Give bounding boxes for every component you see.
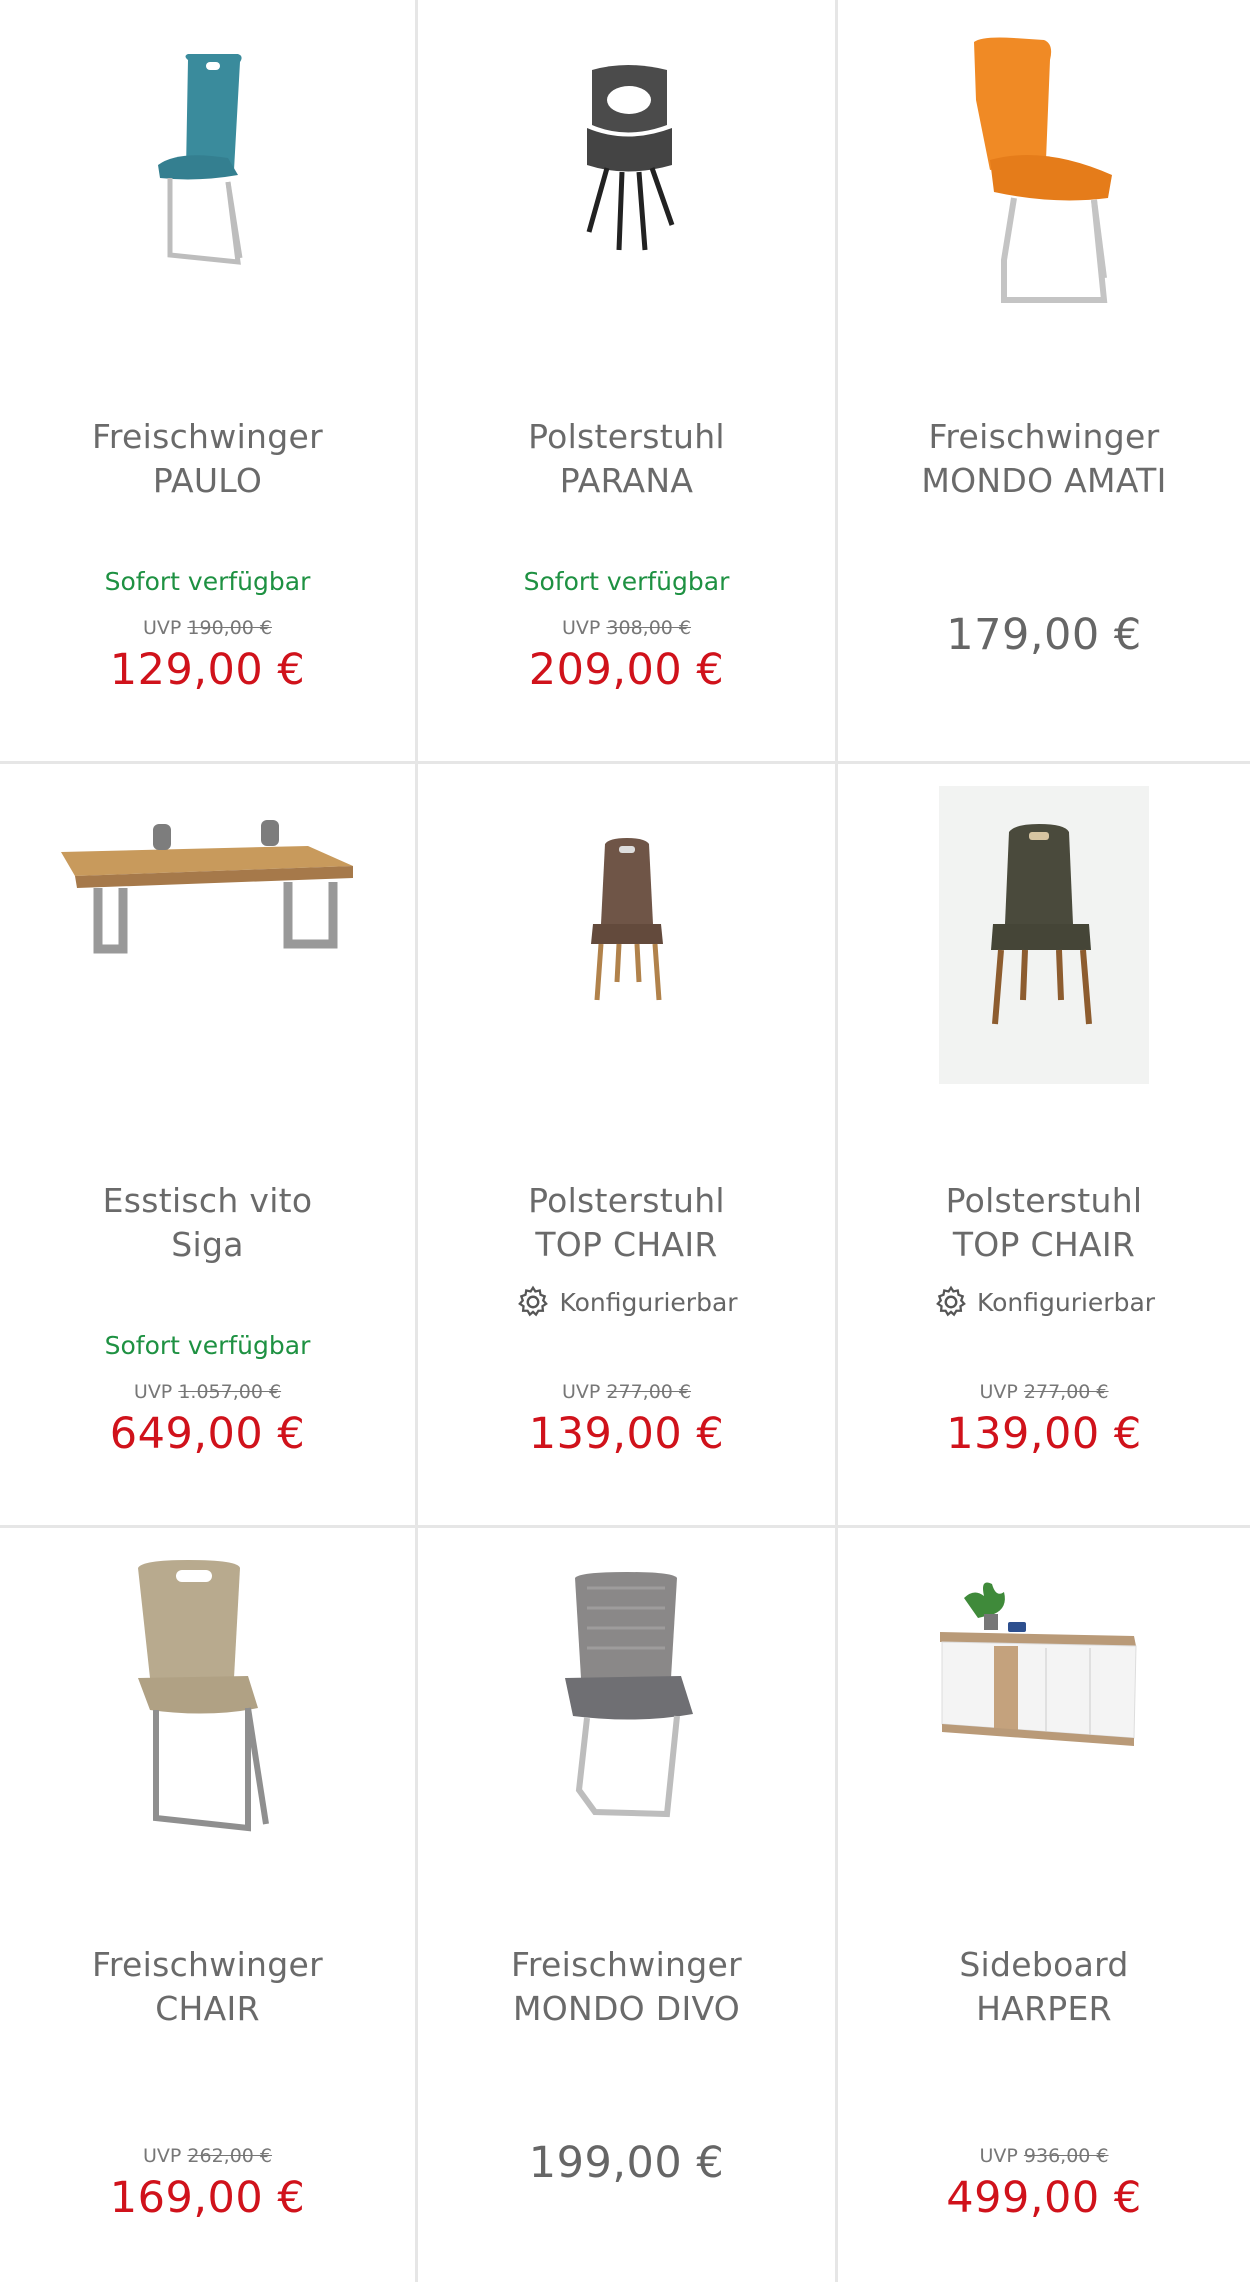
product-card[interactable]: Sideboard HARPER UVP 936,00 € 499,00 € — [838, 1528, 1250, 2282]
product-card[interactable]: Esstisch vito Siga Sofort verfügbar UVP … — [0, 764, 418, 1528]
sale-price: 129,00 € — [109, 645, 306, 695]
uvp-price: UVP 936,00 € — [979, 2145, 1109, 2167]
product-card[interactable]: Freischwinger MONDO AMATI 179,00 € — [838, 0, 1250, 764]
product-grid: Freischwinger PAULO Sofort verfügbar UVP… — [0, 0, 1250, 2282]
product-image[interactable] — [838, 1528, 1250, 1898]
availability-label: Sofort verfügbar — [104, 567, 311, 596]
product-image[interactable] — [838, 0, 1250, 370]
availability-label: Sofort verfügbar — [523, 567, 730, 596]
product-image[interactable] — [0, 764, 415, 1134]
product-image[interactable] — [0, 1528, 415, 1898]
product-image[interactable] — [418, 0, 835, 370]
product-card[interactable]: Polsterstuhl TOP CHAIR Konfigurierbar UV… — [838, 764, 1250, 1528]
sale-price: 649,00 € — [109, 1409, 306, 1459]
sale-price: 209,00 € — [528, 645, 725, 695]
dining-table-oak-icon — [60, 820, 353, 954]
chair-anthracite-wood-legs-icon — [939, 786, 1149, 1084]
chair-beige-cantilever-icon — [137, 1560, 269, 1832]
product-title[interactable]: Freischwinger CHAIR — [0, 1943, 415, 2031]
product-card[interactable]: Polsterstuhl TOP CHAIR Konfigurierbar UV… — [418, 764, 838, 1528]
uvp-price: UVP 1.057,00 € — [133, 1381, 282, 1403]
product-title[interactable]: Polsterstuhl PARANA — [418, 415, 835, 503]
configurable-label[interactable]: Konfigurierbar — [838, 1284, 1250, 1320]
sale-price: 139,00 € — [946, 1409, 1142, 1459]
sale-price: 139,00 € — [528, 1409, 725, 1459]
product-title[interactable]: Freischwinger MONDO DIVO — [418, 1943, 835, 2031]
product-card[interactable]: Freischwinger PAULO Sofort verfügbar UVP… — [0, 0, 418, 764]
sideboard-white-oak-icon — [940, 1582, 1137, 1746]
regular-price: 199,00 € — [528, 2138, 725, 2188]
chair-brown-wood-legs-icon — [590, 838, 663, 1001]
product-title[interactable]: Freischwinger PAULO — [0, 415, 415, 503]
uvp-price: UVP 262,00 € — [142, 2145, 273, 2167]
chair-grey-armchair-icon — [586, 65, 674, 251]
gear-icon — [936, 1285, 966, 1317]
product-title[interactable]: Polsterstuhl TOP CHAIR — [838, 1179, 1250, 1267]
product-title[interactable]: Freischwinger MONDO AMATI — [838, 415, 1250, 503]
uvp-price: UVP 277,00 € — [561, 1381, 692, 1403]
product-image[interactable] — [418, 1528, 835, 1898]
gear-icon — [518, 1285, 549, 1317]
product-card[interactable]: Polsterstuhl PARANA Sofort verfügbar UVP… — [418, 0, 838, 764]
uvp-price: UVP 308,00 € — [561, 617, 692, 639]
uvp-price: UVP 190,00 € — [142, 617, 273, 639]
chair-grey-mesh-cantilever-icon — [564, 1572, 693, 1818]
product-title[interactable]: Esstisch vito Siga — [0, 1179, 415, 1267]
availability-label: Sofort verfügbar — [104, 1331, 311, 1360]
product-title[interactable]: Sideboard HARPER — [838, 1943, 1250, 2031]
product-title[interactable]: Polsterstuhl TOP CHAIR — [418, 1179, 835, 1267]
sale-price: 499,00 € — [946, 2173, 1142, 2223]
product-image[interactable] — [418, 764, 835, 1134]
sale-price: 169,00 € — [109, 2173, 306, 2223]
product-card[interactable]: Freischwinger CHAIR UVP 262,00 € 169,00 … — [0, 1528, 418, 2282]
chair-orange-cantilever-icon — [974, 37, 1112, 303]
regular-price: 179,00 € — [946, 610, 1142, 660]
product-image[interactable] — [0, 0, 415, 370]
product-card[interactable]: Freischwinger MONDO DIVO 199,00 € — [418, 1528, 838, 2282]
chair-teal-cantilever-icon — [157, 54, 242, 265]
product-image[interactable] — [838, 764, 1250, 1134]
configurable-label[interactable]: Konfigurierbar — [418, 1284, 835, 1320]
uvp-price: UVP 277,00 € — [979, 1381, 1109, 1403]
